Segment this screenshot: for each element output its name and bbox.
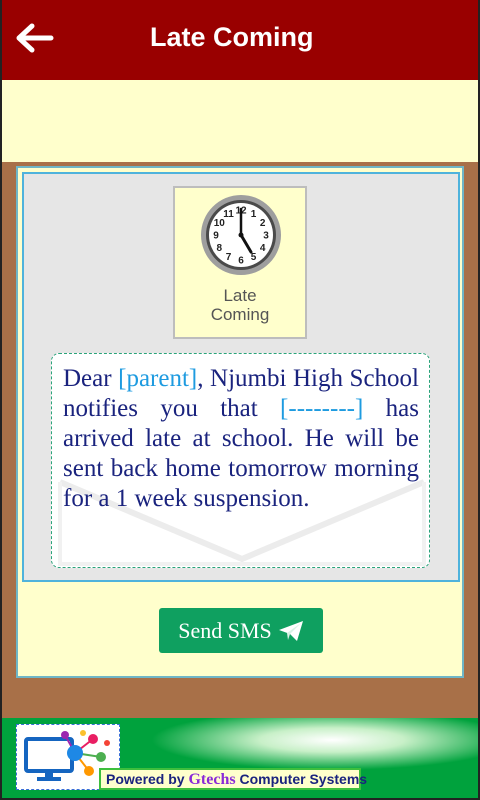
brand-word: Systems [305,771,368,787]
paper-plane-icon [278,620,304,642]
tile-label-line2: Coming [210,305,270,324]
brand-name: Gtechs [188,771,236,788]
message-part: Dear [63,365,119,392]
sms-message-preview: Dear [parent], Njumbi High School notifi… [51,353,430,568]
parent-placeholder: [parent] [118,365,198,392]
tile-label-line1: Late [223,286,257,305]
clock-numeral: 1 [251,209,257,220]
clock-numeral: 2 [260,218,266,229]
clock-icon: 121234567891011 [201,195,281,275]
clock-numeral: 5 [251,252,257,263]
clock-numeral: 3 [263,231,269,242]
send-sms-label: Send SMS [178,617,272,643]
student-placeholder: [--------] [280,395,364,422]
clock-numeral: 7 [226,252,232,263]
back-arrow-icon [15,22,55,59]
clock-numeral: 4 [260,243,266,254]
footer: Powered by Gtechs Computer Systems [2,718,478,798]
app-bar: Late Coming [2,0,478,80]
clock-numeral: 9 [213,231,219,242]
top-band [2,80,478,162]
powered-by-banner: Powered by Gtechs Computer Systems [99,768,367,790]
back-button[interactable] [12,20,58,60]
tile-label: Late Coming [175,286,305,324]
powered-by-text: Powered by [106,771,189,787]
message-text: Dear [parent], Njumbi High School notifi… [63,364,419,514]
brand-word: Computer [235,771,306,787]
clock-numeral: 8 [217,243,223,254]
page-title: Late Coming [150,22,314,52]
late-coming-tile: 121234567891011 Late Coming [173,186,307,339]
send-sms-button[interactable]: Send SMS [159,608,323,653]
clock-numeral: 11 [223,209,234,220]
clock-numeral: 6 [238,256,244,267]
